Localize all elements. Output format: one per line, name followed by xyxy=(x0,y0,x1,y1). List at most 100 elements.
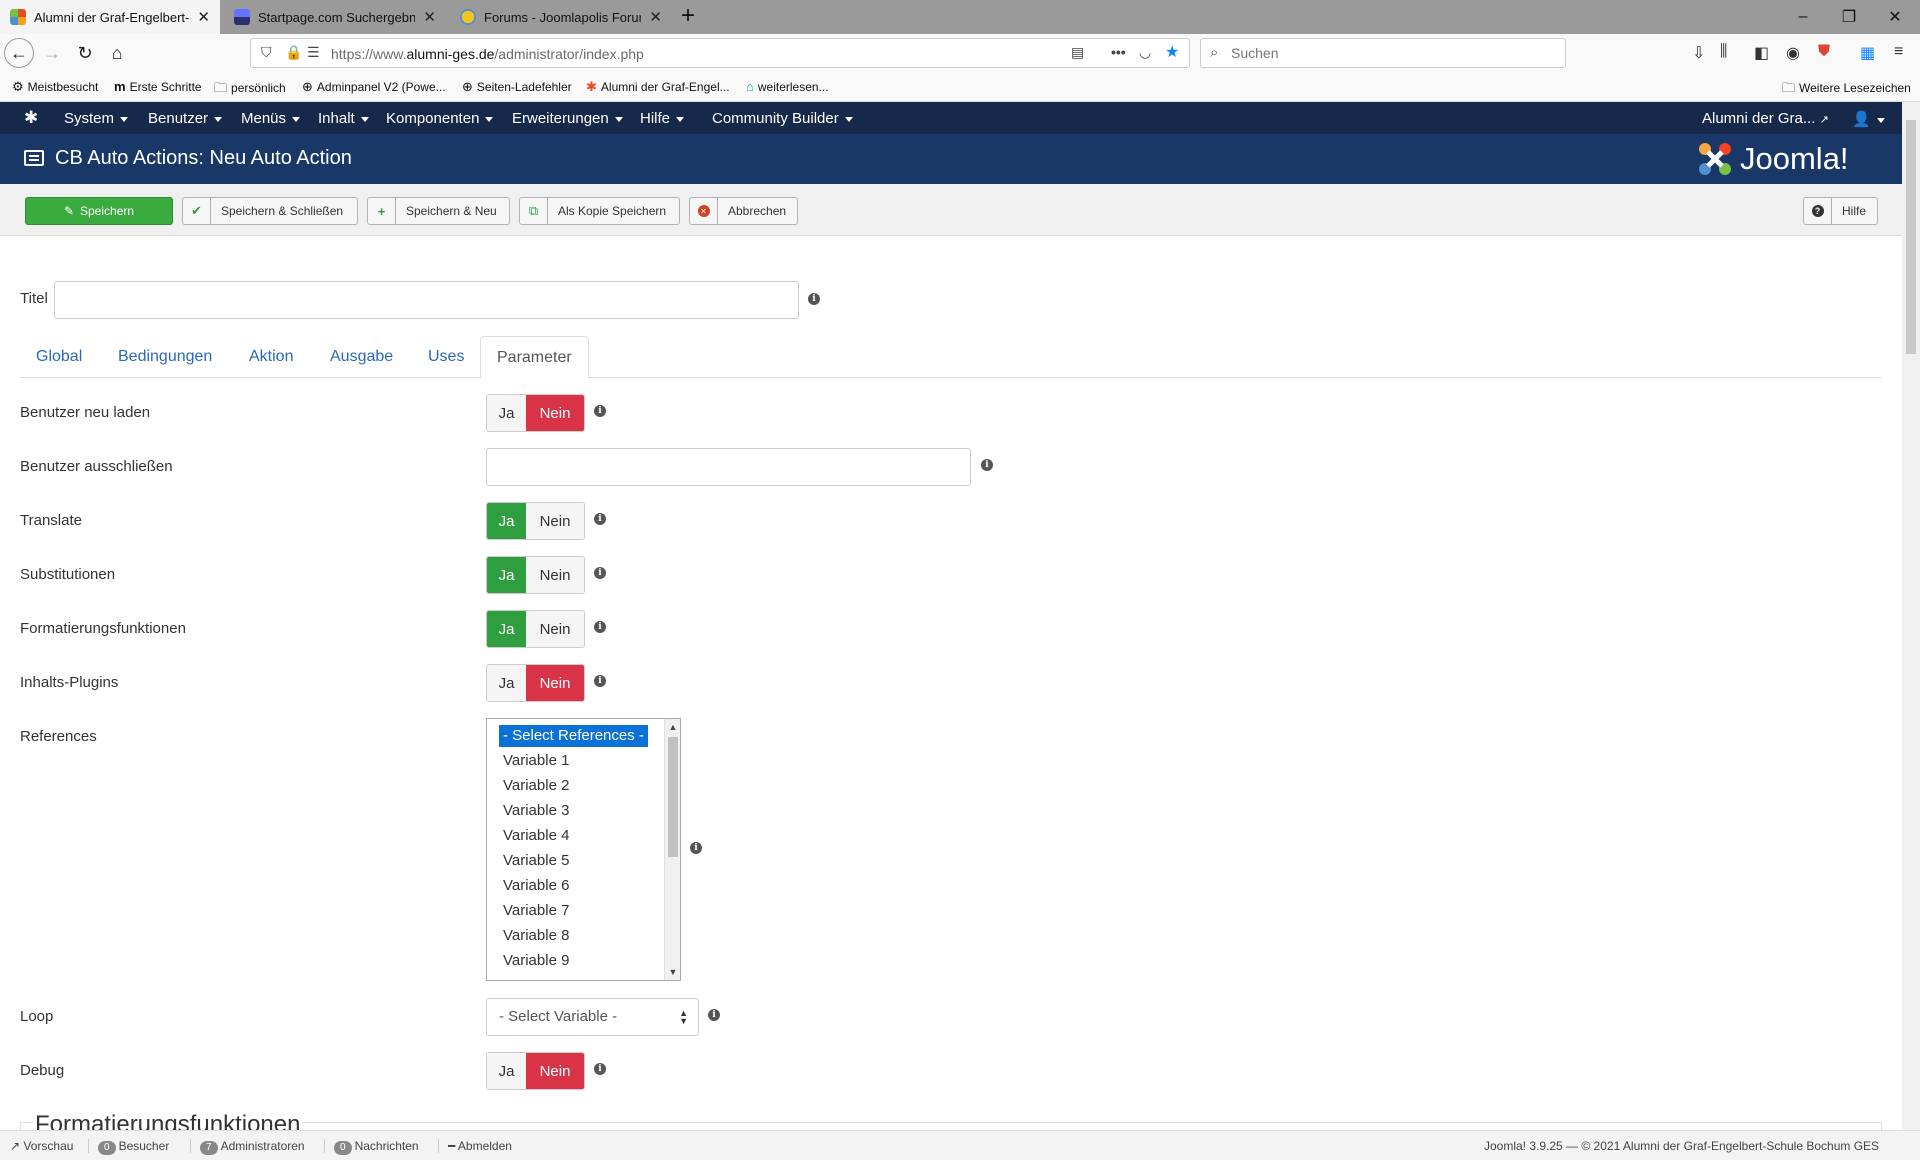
window-close-icon[interactable]: ✕ xyxy=(1872,0,1918,34)
translate-yes[interactable]: Ja xyxy=(487,503,526,539)
bookmark-star-icon[interactable]: ★ xyxy=(1165,42,1179,62)
admins-status[interactable]: 7 Administratoren xyxy=(200,1139,305,1155)
browser-tab-alumni[interactable]: Alumni der Graf-Engelbert-Sch ✕ xyxy=(0,0,220,34)
substitutions-yes[interactable]: Ja xyxy=(487,557,526,593)
site-link[interactable]: Alumni der Gra... ↗ xyxy=(1702,110,1829,127)
info-icon[interactable]: i xyxy=(808,293,820,305)
menu-community-builder[interactable]: Community Builder xyxy=(712,110,853,127)
tab-global[interactable]: Global xyxy=(20,336,98,378)
menu-menus[interactable]: Menüs xyxy=(241,110,301,127)
menu-icon[interactable]: ≡ xyxy=(1894,43,1903,61)
info-icon[interactable]: i xyxy=(690,842,702,854)
bookmark-item[interactable]: ⚙ Meistbesucht xyxy=(12,79,98,95)
tab-parameter[interactable]: Parameter xyxy=(480,336,589,379)
references-scrollbar[interactable]: ▲ ▼ xyxy=(664,719,680,980)
save-close-button[interactable]: ✔ Speichern & Schließen xyxy=(182,197,358,225)
title-input[interactable] xyxy=(54,281,799,319)
info-icon[interactable]: i xyxy=(594,567,606,579)
info-icon[interactable]: i xyxy=(594,675,606,687)
references-option[interactable]: Variable 9 xyxy=(499,950,573,972)
debug-yes[interactable]: Ja xyxy=(487,1053,526,1089)
library-icon[interactable]: ⫼ xyxy=(1720,43,1727,61)
references-option[interactable]: Variable 1 xyxy=(499,750,573,772)
references-option[interactable]: Variable 7 xyxy=(499,900,573,922)
tab-output[interactable]: Ausgabe xyxy=(314,336,409,378)
new-tab-icon[interactable]: + xyxy=(681,2,695,30)
bookmark-item[interactable]: ⌂ weiterlesen... xyxy=(746,79,829,94)
references-option[interactable]: - Select References - xyxy=(499,725,648,747)
shield-extension-icon[interactable]: ⛊ xyxy=(1818,43,1830,61)
format-functions-yes[interactable]: Ja xyxy=(487,611,526,647)
references-option[interactable]: Variable 8 xyxy=(499,925,573,947)
browser-tab-joomlapolis[interactable]: Forums - Joomlapolis Forum ✕ xyxy=(450,0,672,34)
cancel-button[interactable]: ✕ Abbrechen xyxy=(689,197,798,225)
forward-arrow-icon[interactable]: → xyxy=(37,38,67,68)
minimize-icon[interactable]: – xyxy=(1780,0,1826,34)
scrollbar-thumb[interactable] xyxy=(668,737,678,857)
sidebar-icon[interactable]: ◧ xyxy=(1754,43,1769,63)
info-icon[interactable]: i xyxy=(708,1009,720,1021)
bookmark-item[interactable]: ✱ Alumni der Graf-Engel... xyxy=(586,79,730,95)
restore-icon[interactable]: ❐ xyxy=(1826,0,1872,34)
references-option[interactable]: Variable 6 xyxy=(499,875,573,897)
debug-no[interactable]: Nein xyxy=(526,1053,584,1089)
info-icon[interactable]: i xyxy=(981,459,993,471)
bookmark-item[interactable]: 🗀 persönlich xyxy=(214,79,286,101)
downloads-icon[interactable]: ⇩ xyxy=(1692,43,1705,63)
joomla-logo-icon[interactable]: ✱ xyxy=(24,108,38,128)
page-scrollbar[interactable] xyxy=(1902,102,1920,1130)
menu-system[interactable]: System xyxy=(64,110,129,127)
pocket-icon[interactable]: ◡ xyxy=(1139,44,1151,61)
bookmark-item[interactable]: m Erste Schritte xyxy=(114,79,202,94)
substitutions-no[interactable]: Nein xyxy=(526,557,584,593)
bookmark-item[interactable]: ⊕ Adminpanel V2 (Powe... xyxy=(302,79,446,95)
references-option[interactable]: Variable 5 xyxy=(499,850,573,872)
tab-conditions[interactable]: Bedingungen xyxy=(102,336,228,378)
visitors-status[interactable]: 0 Besucher xyxy=(98,1139,169,1155)
scroll-up-icon[interactable]: ▲ xyxy=(665,719,680,735)
close-icon[interactable]: ✕ xyxy=(423,8,436,26)
info-icon[interactable]: i xyxy=(594,405,606,417)
back-arrow-icon[interactable]: ← xyxy=(4,38,34,68)
close-icon[interactable]: ✕ xyxy=(197,8,210,26)
format-functions-no[interactable]: Nein xyxy=(526,611,584,647)
help-button[interactable]: ? Hilfe xyxy=(1803,197,1878,225)
search-input[interactable] xyxy=(1231,43,1551,63)
loop-select[interactable]: - Select Variable - ▲ ▼ xyxy=(486,998,699,1036)
lock-icon[interactable]: 🔒 xyxy=(285,44,302,61)
reader-view-icon[interactable]: ▤ xyxy=(1071,44,1084,61)
browser-tab-startpage[interactable]: Startpage.com Suchergebnisse ✕ xyxy=(224,0,446,34)
url-bar[interactable]: ⛉ 🔒 ☰ https://www.alumni-ges.de/administ… xyxy=(250,38,1190,68)
account-icon[interactable]: ◉ xyxy=(1786,43,1800,63)
info-icon[interactable]: i xyxy=(594,513,606,525)
info-icon[interactable]: i xyxy=(594,1063,606,1075)
exclude-users-input[interactable] xyxy=(486,448,971,486)
tab-uses[interactable]: Uses xyxy=(412,336,480,378)
menu-help[interactable]: Hilfe xyxy=(640,110,685,127)
references-multiselect[interactable]: - Select References - Variable 1 Variabl… xyxy=(486,718,681,981)
scroll-down-icon[interactable]: ▼ xyxy=(665,964,680,980)
menu-users[interactable]: Benutzer xyxy=(148,110,223,127)
search-bar[interactable]: ⌕ xyxy=(1200,38,1566,68)
info-icon[interactable]: i xyxy=(594,621,606,633)
reload-user-no[interactable]: Nein xyxy=(526,395,584,431)
menu-content[interactable]: Inhalt xyxy=(318,110,369,127)
content-plugins-no[interactable]: Nein xyxy=(526,665,584,701)
permissions-icon[interactable]: ☰ xyxy=(307,44,320,61)
menu-extensions[interactable]: Erweiterungen xyxy=(512,110,623,127)
save-new-button[interactable]: + Speichern & Neu xyxy=(367,197,510,225)
bookmark-item[interactable]: ⊕ Seiten-Ladefehler xyxy=(462,79,572,95)
shield-icon[interactable]: ⛉ xyxy=(261,44,272,61)
content-plugins-yes[interactable]: Ja xyxy=(487,665,526,701)
save-copy-button[interactable]: ⧉ Als Kopie Speichern xyxy=(519,197,680,225)
close-icon[interactable]: ✕ xyxy=(649,8,662,26)
extension-icon[interactable]: ▦ xyxy=(1860,43,1875,63)
logout-link[interactable]: ━ Abmelden xyxy=(448,1139,512,1153)
translate-no[interactable]: Nein xyxy=(526,503,584,539)
scrollbar-thumb[interactable] xyxy=(1906,120,1916,354)
reload-icon[interactable]: ↻ xyxy=(70,38,100,68)
preview-link[interactable]: ↗ Vorschau xyxy=(10,1139,73,1153)
other-bookmarks[interactable]: 🗀 Weitere Lesezeichen xyxy=(1782,79,1911,101)
references-option[interactable]: Variable 2 xyxy=(499,775,573,797)
save-button[interactable]: ✎ Speichern xyxy=(25,197,173,225)
